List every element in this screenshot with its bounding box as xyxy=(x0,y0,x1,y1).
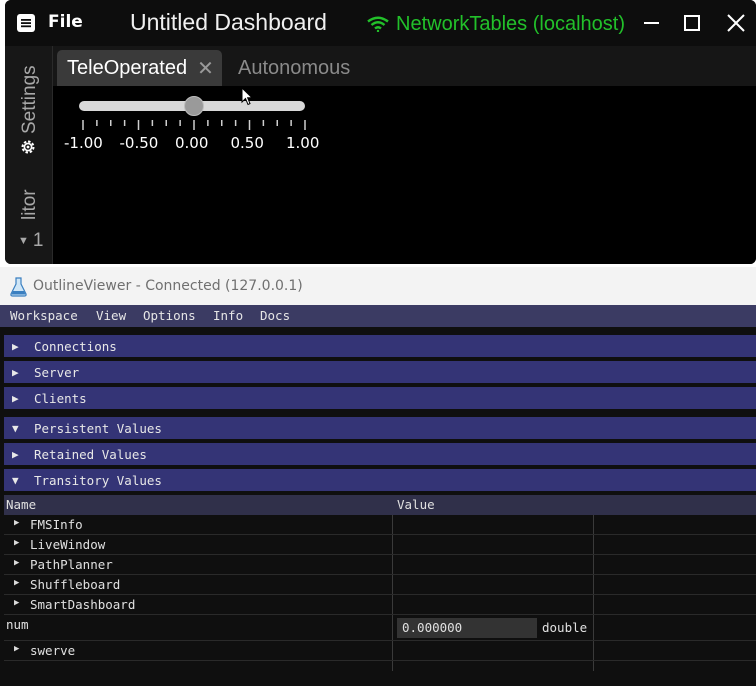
column-name-header[interactable]: Name xyxy=(6,497,36,512)
column-value-header[interactable]: Value xyxy=(397,497,435,512)
value-type: double xyxy=(542,620,588,635)
editor-tab[interactable]: litor xyxy=(19,189,41,220)
expand-arrow-icon[interactable]: ▶ xyxy=(14,644,19,654)
menu-info[interactable]: Info xyxy=(213,308,243,323)
expand-arrow-icon[interactable]: ▶ xyxy=(14,518,19,528)
section-connections[interactable]: ▶ Connections xyxy=(4,335,756,357)
expand-arrow-icon[interactable]: ▶ xyxy=(14,598,19,608)
section-label: Clients xyxy=(34,390,87,406)
maximize-icon[interactable] xyxy=(681,12,703,34)
collapsed-arrow-icon: ▶ xyxy=(12,447,19,461)
wifi-icon xyxy=(367,16,389,32)
row-name: SmartDashboard xyxy=(30,597,136,612)
tab-autonomous[interactable]: Autonomous xyxy=(238,50,350,86)
menu-view[interactable]: View xyxy=(96,308,126,323)
expanded-arrow-icon: ▼ xyxy=(12,421,19,435)
shuffleboard-title-bar: File Untitled Dashboard NetworkTables (l… xyxy=(5,0,756,46)
mouse-cursor-icon xyxy=(241,87,253,106)
expand-arrow-icon[interactable]: ▶ xyxy=(14,558,19,568)
outlineviewer-body: ▶ Connections ▶ Server ▶ Clients ▼ Persi… xyxy=(0,327,756,686)
outlineviewer-window: OutlineViewer - Connected (127.0.0.1) Wo… xyxy=(0,267,756,686)
row-name: swerve xyxy=(30,643,76,658)
expand-arrow-icon[interactable]: ▶ xyxy=(14,578,19,588)
close-icon[interactable] xyxy=(725,12,747,34)
table-row[interactable]: ▶ Shuffleboard xyxy=(4,575,756,595)
gear-icon[interactable] xyxy=(19,138,37,156)
file-menu[interactable]: File xyxy=(48,12,83,32)
slider-tick-label: 0.00 xyxy=(175,134,209,152)
outlineviewer-title: OutlineViewer - Connected (127.0.0.1) xyxy=(33,278,303,294)
menu-docs[interactable]: Docs xyxy=(260,308,290,323)
settings-tab[interactable]: Settings xyxy=(19,65,41,134)
shuffleboard-sidebar: Settings litor ▼ 1 xyxy=(5,46,53,264)
dashboard-tab-bar: TeleOperated ✕ Autonomous xyxy=(53,46,756,86)
value-input[interactable]: 0.000000 xyxy=(397,618,537,638)
collapsed-arrow-icon: ▶ xyxy=(12,365,19,379)
collapsed-arrow-icon: ▶ xyxy=(12,339,19,353)
dashboard-title: Untitled Dashboard xyxy=(130,9,327,35)
table-header: Name Value xyxy=(4,495,756,515)
table-row[interactable]: ▶ SmartDashboard xyxy=(4,595,756,615)
table-row[interactable]: ▶ FMSInfo xyxy=(4,515,756,535)
expanded-arrow-icon: ▼ xyxy=(12,473,19,487)
layout-dropdown[interactable]: ▼ 1 xyxy=(18,230,43,252)
row-name: FMSInfo xyxy=(30,517,83,532)
row-name: LiveWindow xyxy=(30,537,106,552)
flask-icon xyxy=(10,277,27,297)
slider-tick-label: 1.00 xyxy=(286,134,320,152)
tab-close-icon[interactable]: ✕ xyxy=(197,56,214,81)
tab-teleoperated[interactable]: TeleOperated ✕ xyxy=(57,50,222,86)
section-persistent-values[interactable]: ▼ Persistent Values xyxy=(4,417,756,439)
outlineviewer-title-bar: OutlineViewer - Connected (127.0.0.1) xyxy=(0,267,756,305)
layout-value: 1 xyxy=(32,230,44,251)
dashboard-content: -1.00 -0.50 0.00 0.50 1.00 xyxy=(53,86,756,264)
slider-tick-label: -1.00 xyxy=(64,134,103,152)
section-clients[interactable]: ▶ Clients xyxy=(4,387,756,409)
menu-workspace[interactable]: Workspace xyxy=(10,308,78,323)
networktables-status-label: NetworkTables (localhost) xyxy=(396,12,625,35)
section-transitory-values[interactable]: ▼ Transitory Values xyxy=(4,469,756,491)
slider-tick-label: -0.50 xyxy=(119,134,159,152)
hamburger-menu-icon[interactable] xyxy=(17,14,35,32)
outlineviewer-menubar: Workspace View Options Info Docs xyxy=(0,305,756,327)
row-name: PathPlanner xyxy=(30,557,113,572)
table-row[interactable]: ▶ PathPlanner xyxy=(4,555,756,575)
expand-arrow-icon[interactable]: ▶ xyxy=(14,538,19,548)
table-row[interactable]: ▶ LiveWindow xyxy=(4,535,756,555)
row-name: num xyxy=(6,617,29,632)
section-label: Transitory Values xyxy=(34,472,162,488)
section-label: Retained Values xyxy=(34,446,147,462)
table-row[interactable]: num 0.000000 double xyxy=(4,615,756,641)
row-name: Shuffleboard xyxy=(30,577,121,592)
shuffleboard-window: File Untitled Dashboard NetworkTables (l… xyxy=(5,0,756,264)
table-row[interactable]: ▶ swerve xyxy=(4,641,756,661)
tab-label: Autonomous xyxy=(238,56,351,79)
slider-tick-label: 0.50 xyxy=(230,134,264,152)
section-label: Server xyxy=(34,364,80,380)
section-retained-values[interactable]: ▶ Retained Values xyxy=(4,443,756,465)
section-server[interactable]: ▶ Server xyxy=(4,361,756,383)
caret-down-icon: ▼ xyxy=(18,235,29,247)
menu-options[interactable]: Options xyxy=(143,308,196,323)
section-label: Connections xyxy=(34,338,117,354)
networktables-status: NetworkTables (localhost) xyxy=(367,12,625,36)
section-label: Persistent Values xyxy=(34,420,162,436)
tab-label: TeleOperated xyxy=(67,56,188,79)
minimize-icon[interactable] xyxy=(641,12,663,34)
collapsed-arrow-icon: ▶ xyxy=(12,391,19,405)
